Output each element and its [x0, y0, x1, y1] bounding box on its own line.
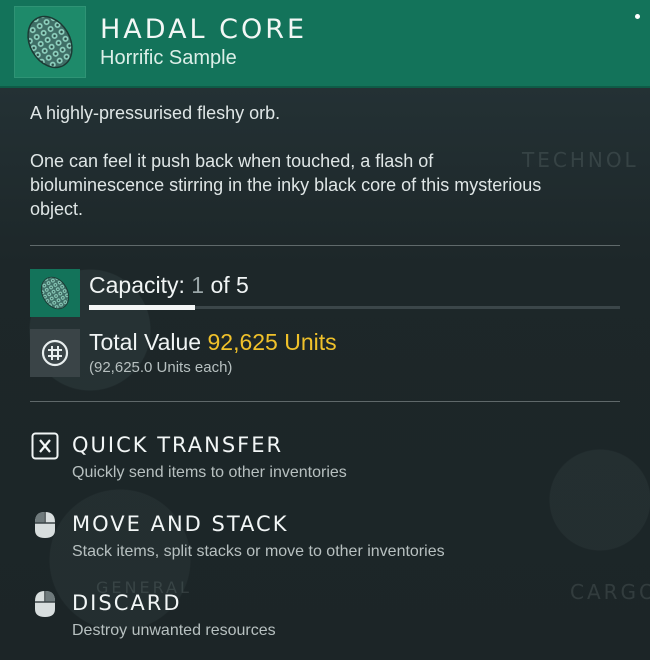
discard-action[interactable]: DISCARD Destroy unwanted resources [30, 589, 630, 641]
quick-transfer-action[interactable]: QUICK TRANSFER Quickly send items to oth… [30, 431, 630, 483]
item-subtitle: Horrific Sample [100, 47, 237, 69]
units-currency-icon [41, 339, 69, 367]
item-title: HADAL CORE [100, 14, 308, 45]
capacity-current: 1 [191, 272, 205, 298]
mouse-left-icon [30, 510, 60, 540]
move-and-stack-action[interactable]: MOVE AND STACK Stack items, split stacks… [30, 510, 630, 562]
discard-hint: Destroy unwanted resources [72, 622, 276, 639]
item-header: HADAL CORE Horrific Sample [0, 0, 650, 88]
move-and-stack-hint: Stack items, split stacks or move to oth… [72, 543, 445, 560]
quick-transfer-label: QUICK TRANSFER [72, 433, 284, 457]
value-icon-slot [30, 329, 80, 377]
capacity-max: of 5 [210, 272, 249, 298]
total-value-text: Total Value 92,625 Units [89, 329, 337, 356]
hadal-core-orb-icon [14, 6, 86, 78]
mouse-right-icon [30, 589, 60, 619]
quick-transfer-hint: Quickly send items to other inventories [72, 464, 347, 481]
capacity-bar-fill [89, 305, 195, 310]
item-description-line-1: A highly-pressurised fleshy orb. [30, 103, 281, 123]
move-and-stack-label: MOVE AND STACK [72, 512, 289, 536]
item-description-paragraph: One can feel it push back when touched, … [30, 151, 542, 219]
capacity-text: Capacity: 1 of 5 [89, 272, 249, 299]
divider [30, 401, 620, 402]
capacity-label: Capacity: [89, 272, 185, 298]
divider [30, 245, 620, 246]
indicator-dot [635, 14, 640, 19]
discard-label: DISCARD [72, 591, 182, 615]
value-each: (92,625.0 Units each) [89, 359, 233, 376]
capacity-item-slot [30, 269, 80, 317]
x-key-icon [30, 431, 60, 461]
total-value-label: Total Value [89, 329, 202, 355]
total-value-amount: 92,625 Units [207, 329, 337, 355]
